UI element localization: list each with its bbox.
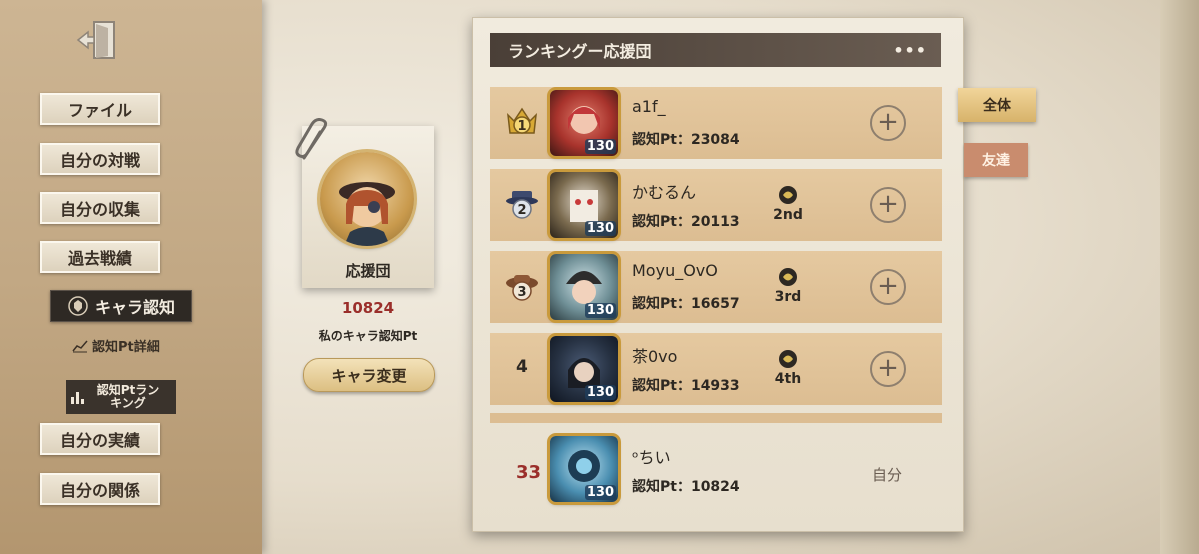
sidebar-item-pt-ranking[interactable]: 認知Ptランキング xyxy=(66,380,176,414)
tier-badge: 2nd xyxy=(768,185,808,223)
sidebar-item-label: ファイル xyxy=(67,101,132,120)
level-badge: 130 xyxy=(584,303,616,318)
sidebar-item-label: 自分の収集 xyxy=(59,200,140,219)
level-badge: 130 xyxy=(584,221,616,236)
sidebar-item-my-matches[interactable]: 自分の対戦 xyxy=(40,143,160,175)
sidebar-item-character-recognition[interactable]: キャラ認知 xyxy=(50,290,192,322)
self-rank: 33 xyxy=(516,462,542,483)
change-character-button[interactable]: キャラ変更 xyxy=(303,358,435,392)
player-name: Moyu_OvO xyxy=(632,261,718,280)
ranking-row[interactable]: 1 130 a1f_ 認知Pt：23084 + xyxy=(490,87,942,159)
tab-friends[interactable]: 友達 xyxy=(964,143,1028,177)
tier-emblem-icon xyxy=(779,268,797,286)
self-portrait[interactable]: 130 xyxy=(550,436,618,502)
paperclip-icon xyxy=(294,118,334,164)
sidebar-item-my-collection[interactable]: 自分の収集 xyxy=(40,192,160,224)
avatar[interactable] xyxy=(320,152,414,246)
tier-badge: 4th xyxy=(768,349,808,387)
tier-label: 2nd xyxy=(773,207,803,223)
add-friend-button[interactable]: + xyxy=(870,269,906,305)
more-options-icon[interactable]: ••• xyxy=(893,41,927,60)
sidebar: ファイル 自分の対戦 自分の収集 過去戦績 キャラ認知 認知Pt詳細 認知Ptラ… xyxy=(0,0,262,554)
self-points: 認知Pt：10824 xyxy=(632,479,740,495)
self-name: ᵒちい xyxy=(632,448,671,467)
self-tag: 自分 xyxy=(872,466,903,484)
bar-chart-icon xyxy=(71,392,84,404)
recognition-points-label: 私のキャラ認知Pt xyxy=(318,329,418,343)
sidebar-item-label: キャラ認知 xyxy=(94,298,175,317)
rank-number: 2 xyxy=(517,203,526,218)
recognition-points: 10824 xyxy=(341,299,395,317)
player-points: 認知Pt：20113 xyxy=(632,214,740,230)
level-badge: 130 xyxy=(584,385,616,400)
player-name: 茶0vo xyxy=(632,347,678,366)
ranking-header: ランキングー応援団 ••• xyxy=(490,33,941,67)
tier-badge: 3rd xyxy=(768,267,808,305)
rank-number: 4 xyxy=(516,357,528,377)
card-label: 応援団 xyxy=(345,262,391,280)
tab-all[interactable]: 全体 xyxy=(958,88,1036,122)
shield-icon xyxy=(68,296,88,316)
tier-label: 4th xyxy=(774,371,802,387)
tier-emblem-icon xyxy=(779,186,797,204)
add-friend-button[interactable]: + xyxy=(870,187,906,223)
add-friend-button[interactable]: + xyxy=(870,351,906,387)
player-name: かむるん xyxy=(632,183,697,202)
ranking-row[interactable]: 3 130 Moyu_OvO 認知Pt：16657 3rd + xyxy=(490,251,942,323)
sidebar-item-relations[interactable]: 自分の関係 xyxy=(40,473,160,505)
sidebar-item-label: 自分の実績 xyxy=(59,431,140,450)
self-ranking-row: 33 130 ᵒちい 認知Pt：10824 自分 xyxy=(490,434,942,506)
exit-icon[interactable] xyxy=(74,16,122,64)
rank-number: 3 xyxy=(517,285,526,300)
level-badge: 130 xyxy=(584,485,616,500)
ranking-row[interactable]: 4 130 茶0vo 認知Pt：14933 4th + xyxy=(490,333,942,405)
ranking-title: ランキングー応援団 xyxy=(508,42,652,61)
background-edge xyxy=(1160,0,1199,554)
sidebar-item-pt-details[interactable]: 認知Pt詳細 xyxy=(72,336,160,355)
tier-label: 3rd xyxy=(774,289,802,305)
list-scroll-edge xyxy=(490,413,942,423)
player-points: 認知Pt：23084 xyxy=(632,132,740,148)
ranking-row[interactable]: 2 130 かむるん 認知Pt：20113 2nd + xyxy=(490,169,942,241)
player-points: 認知Pt：16657 xyxy=(632,296,740,312)
chart-line-icon xyxy=(72,340,88,352)
rank-number: 1 xyxy=(517,119,526,134)
silver-medal-icon: 2 xyxy=(506,191,538,219)
player-name: a1f_ xyxy=(632,97,666,116)
player-portrait[interactable]: 130 xyxy=(550,336,618,402)
sidebar-item-label: 自分の対戦 xyxy=(59,151,140,170)
sidebar-item-past-records[interactable]: 過去戦績 xyxy=(40,241,160,273)
add-friend-button[interactable]: + xyxy=(870,105,906,141)
sidebar-item-label: 自分の関係 xyxy=(59,481,140,500)
player-portrait[interactable]: 130 xyxy=(550,172,618,238)
sidebar-item-label: 認知Pt詳細 xyxy=(92,340,160,355)
sidebar-item-label: 認知Ptランキング xyxy=(96,383,160,410)
sidebar-item-label: 過去戦績 xyxy=(67,249,132,268)
sidebar-item-achievements[interactable]: 自分の実績 xyxy=(40,423,160,455)
tier-emblem-icon xyxy=(779,350,797,368)
player-points: 認知Pt：14933 xyxy=(632,378,740,394)
bronze-medal-icon: 3 xyxy=(506,275,538,301)
level-badge: 130 xyxy=(584,139,616,154)
player-portrait[interactable]: 130 xyxy=(550,90,618,156)
sidebar-item-file[interactable]: ファイル xyxy=(40,93,160,125)
gold-medal-icon: 1 xyxy=(507,107,537,134)
player-portrait[interactable]: 130 xyxy=(550,254,618,320)
